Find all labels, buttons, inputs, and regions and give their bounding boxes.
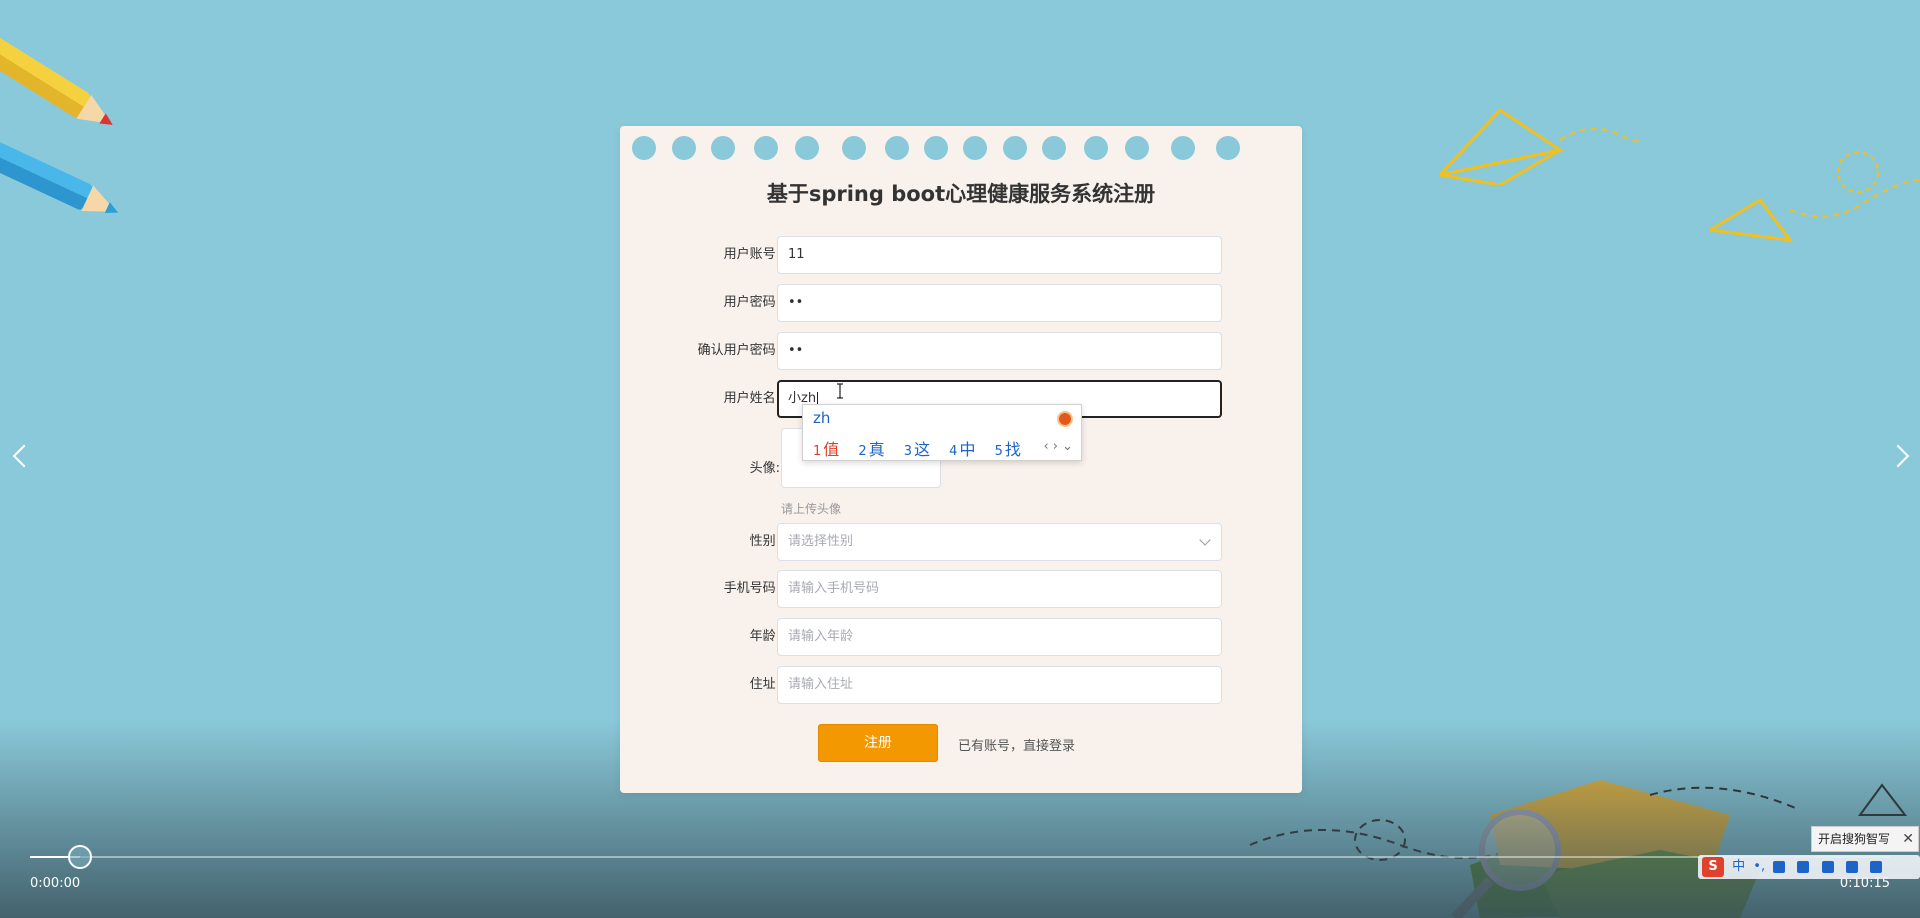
address-row: 住址: 请输入住址 [620,666,1302,704]
progress-knob[interactable] [68,845,92,869]
notebook-hole [1171,136,1195,160]
ime-candidate[interactable]: 1值 [813,440,839,459]
page-title: 基于spring boot心理健康服务系统注册 [766,182,1156,206]
ime-page-nav[interactable]: ‹ › ⌄ [1043,439,1073,454]
ime-composition: zh [813,409,831,427]
gender-row: 性别: 请选择性别 [620,523,1302,561]
notebook-hole [632,136,656,160]
sogou-smart-write-tooltip[interactable]: 开启搜狗智写 ✕ [1811,826,1919,852]
age-input[interactable]: 请输入年龄 [777,618,1222,656]
keyboard-icon[interactable] [1797,860,1810,873]
ime-candidate[interactable]: 2真 [858,440,884,459]
next-slide-icon[interactable] [1886,444,1910,468]
confirm-password-row: 确认用户密码: •• [620,332,1302,370]
phone-row: 手机号码: 请输入手机号码 [620,570,1302,608]
ime-candidate[interactable]: 4中 [949,440,975,459]
ime-candidate[interactable]: 3这 [904,440,930,459]
notebook-hole [924,136,948,160]
paper-plane-decoration [1440,108,1640,185]
account-label: 用户账号: [723,247,780,262]
notebook-hole [754,136,778,160]
age-row: 年龄: 请输入年龄 [620,618,1302,656]
current-time: 0:00:00 [30,876,81,891]
sogou-logo-icon [1057,411,1073,427]
gender-select[interactable]: 请选择性别 [777,523,1222,561]
avatar-hint: 请上传头像 [781,502,842,516]
notebook-holes [632,136,1292,166]
skin-icon[interactable] [1821,860,1834,873]
game-icon[interactable] [1845,860,1858,873]
notebook-hole [1084,136,1108,160]
notebook-hole [672,136,696,160]
notebook-hole [711,136,735,160]
sogou-tooltip-text: 开启搜狗智写 [1818,832,1891,846]
phone-label: 手机号码: [723,581,780,596]
sogou-toolbar: S 中 •, [1698,855,1920,879]
age-label: 年龄: [749,629,780,644]
microphone-icon[interactable] [1773,860,1786,873]
notebook-hole [1042,136,1066,160]
account-input[interactable]: 11 [777,236,1222,274]
toolbox-icon[interactable] [1869,860,1882,873]
phone-input[interactable]: 请输入手机号码 [777,570,1222,608]
gender-placeholder: 请选择性别 [788,534,854,549]
gender-label: 性别: [749,534,780,549]
name-label: 用户姓名: [723,391,780,406]
ime-candidate[interactable]: 5找 [995,440,1021,459]
notebook-hole [963,136,987,160]
notebook-hole [885,136,909,160]
notebook-hole [795,136,819,160]
ime-candidate-window: zh 1值 2真 3这 4中 5找 ‹ › ⌄ [802,404,1082,461]
notebook-hole [1125,136,1149,160]
punctuation-toggle[interactable]: •, [1753,859,1765,874]
input-mode-toggle[interactable]: 中 [1732,859,1745,874]
register-button[interactable]: 注册 [818,724,938,762]
paper-plane-decoration-2 [1710,151,1920,242]
sogou-s-icon[interactable]: S [1702,857,1724,877]
ime-candidates: 1值 2真 3这 4中 5找 [813,436,1035,460]
notebook-hole [1216,136,1240,160]
text-cursor-icon [837,383,843,399]
notebook-hole [1003,136,1027,160]
account-row: 用户账号: 11 [620,236,1302,274]
address-label: 住址: [749,677,780,692]
progress-track[interactable] [30,856,1890,858]
avatar-label: 头像: [749,461,780,476]
chevron-down-icon [1199,534,1211,546]
login-link[interactable]: 已有账号，直接登录 [958,735,1075,754]
password-row: 用户密码: •• [620,284,1302,322]
address-input[interactable]: 请输入住址 [777,666,1222,704]
password-input[interactable]: •• [777,284,1222,322]
notebook-hole [842,136,866,160]
prev-slide-icon[interactable] [12,444,36,468]
password-label: 用户密码: [723,295,780,310]
close-icon[interactable]: ✕ [1902,827,1914,851]
confirm-password-input[interactable]: •• [777,332,1222,370]
confirm-password-label: 确认用户密码: [697,343,780,358]
